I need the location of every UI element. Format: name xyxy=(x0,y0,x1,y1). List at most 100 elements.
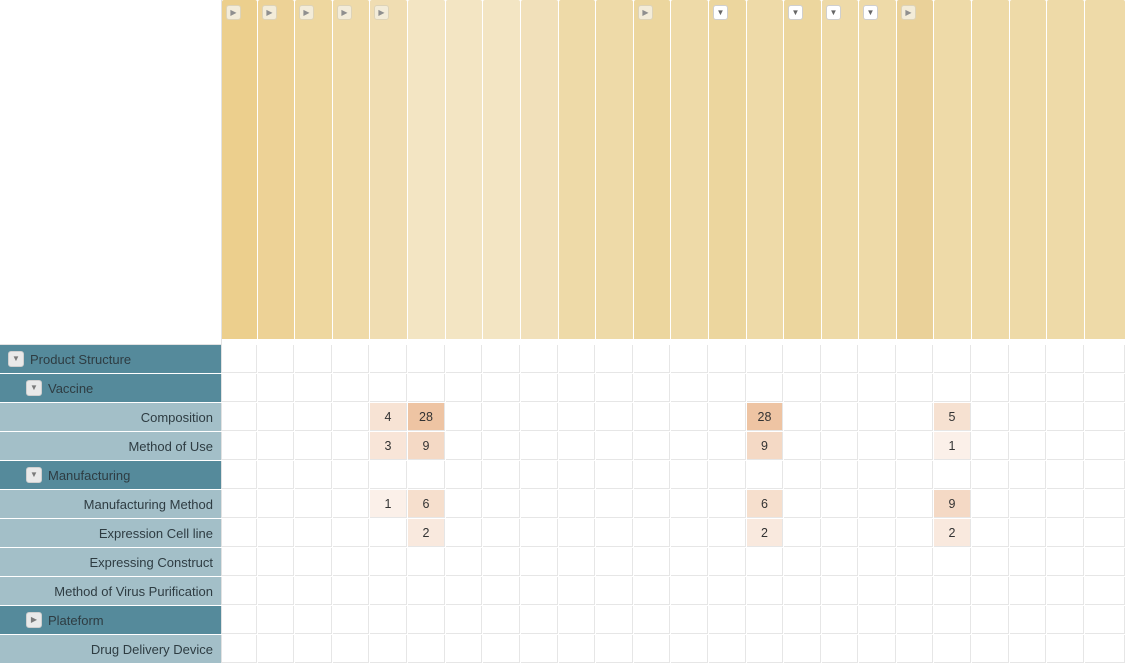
column-header-vaccine-composition-design[interactable]: ▶Vaccine Composition Design xyxy=(258,0,294,339)
row-header-manufacturing-method[interactable]: Manufacturing Method xyxy=(0,490,222,518)
matrix-cell[interactable]: 6 xyxy=(747,490,783,518)
caret-right-icon[interactable]: ▶ xyxy=(374,5,389,20)
column-header-cell-line-based-expression-system[interactable]: Cell Line Based Expression System xyxy=(934,0,971,339)
matrix-cell[interactable]: 4 xyxy=(370,403,407,431)
column-header-recombinant-protein[interactable]: Recombinant Protein xyxy=(596,0,633,339)
matrix-cell xyxy=(1010,577,1046,605)
row-header-label: Vaccine xyxy=(48,380,94,396)
matrix-cell xyxy=(295,461,332,489)
matrix-cell[interactable]: 2 xyxy=(408,519,445,547)
column-header-immune-simulator-design[interactable]: ▼Immune Simulator Design xyxy=(859,0,896,339)
column-header-sequence-design[interactable]: Sequence Design xyxy=(747,0,783,339)
column-header-tech-structure[interactable]: ▶Tech Structure xyxy=(222,0,257,339)
matrix-cell xyxy=(972,432,1009,460)
column-header-virus-like-particle[interactable]: Virus-Like Particle xyxy=(559,0,595,339)
row-header-plateform[interactable]: ▶ Plateform xyxy=(0,606,222,634)
matrix-cell[interactable]: 9 xyxy=(747,432,783,460)
matrix-cell xyxy=(258,519,294,547)
matrix-cell xyxy=(222,577,257,605)
caret-down-icon[interactable]: ▼ xyxy=(26,467,42,483)
matrix-cell[interactable]: 3 xyxy=(370,432,407,460)
caret-right-icon[interactable]: ▶ xyxy=(901,5,916,20)
matrix-cell xyxy=(1047,490,1084,518)
matrix-cell xyxy=(1085,548,1125,576)
caret-right-icon[interactable]: ▶ xyxy=(299,5,314,20)
caret-down-icon[interactable]: ▼ xyxy=(788,5,803,20)
matrix-cell xyxy=(258,345,294,373)
column-header-antigens-arrangement-structure-design[interactable]: Antigens Arrangement/Structure Design xyxy=(671,0,708,339)
matrix-cell xyxy=(222,519,257,547)
matrix-cell xyxy=(859,577,896,605)
matrix-cell xyxy=(222,490,257,518)
matrix-cell xyxy=(408,461,445,489)
column-header-epitope-selecting-strategy[interactable]: ▼Epitope Selecting Strategy xyxy=(709,0,746,339)
row-header-manufacturing[interactable]: ▼ Manufacturing xyxy=(0,461,222,489)
matrix-cell[interactable]: 9 xyxy=(934,490,971,518)
caret-right-icon[interactable]: ▶ xyxy=(226,5,241,20)
row-cells xyxy=(222,374,1126,402)
matrix-cell xyxy=(897,345,933,373)
matrix-cell xyxy=(747,374,783,402)
matrix-cell xyxy=(559,345,595,373)
row-header-vaccine[interactable]: ▼ Vaccine xyxy=(0,374,222,402)
matrix-cell[interactable]: 2 xyxy=(747,519,783,547)
caret-down-icon[interactable]: ▼ xyxy=(8,351,24,367)
matrix-cell xyxy=(747,548,783,576)
column-header-ns1-mutation[interactable]: NS1 Mutation xyxy=(446,0,482,339)
matrix-cell[interactable]: 5 xyxy=(934,403,971,431)
caret-right-icon[interactable]: ▶ xyxy=(638,5,653,20)
matrix-cell xyxy=(822,432,858,460)
row-header-drug-delivery-device[interactable]: Drug Delivery Device xyxy=(0,635,222,663)
caret-right-icon[interactable]: ▶ xyxy=(262,5,277,20)
column-header-virus[interactable]: ▶Virus xyxy=(333,0,369,339)
column-header-valence-design[interactable]: ▼Valence Design xyxy=(784,0,821,339)
matrix-cell xyxy=(559,490,595,518)
matrix-cell[interactable]: 28 xyxy=(408,403,445,431)
matrix-cell xyxy=(446,577,482,605)
caret-down-icon[interactable]: ▼ xyxy=(863,5,878,20)
matrix-cell[interactable]: 6 xyxy=(408,490,445,518)
caret-down-icon[interactable]: ▼ xyxy=(713,5,728,20)
column-header-ha-na-ns-chimeric[interactable]: HA / NA / NS Chimeric xyxy=(483,0,520,339)
column-header-yeast-expression-system[interactable]: Yeast Expression System xyxy=(972,0,1009,339)
matrix-cell xyxy=(1010,432,1046,460)
row-header-label: Method of Use xyxy=(128,438,213,454)
matrix-cell xyxy=(1047,606,1084,634)
matrix-cell xyxy=(709,577,746,605)
matrix-cell xyxy=(897,432,933,460)
caret-down-icon[interactable]: ▼ xyxy=(26,380,42,396)
column-header-m2-mutation[interactable]: M2 Mutation xyxy=(408,0,445,339)
column-header-administration-design[interactable]: Administration Design xyxy=(1047,0,1084,339)
matrix-cell xyxy=(596,577,633,605)
row-header-expressing-construct[interactable]: Expressing Construct xyxy=(0,548,222,576)
column-header-antigen-selection[interactable]: ▶Antigen Selection xyxy=(634,0,670,339)
matrix-cell xyxy=(1010,403,1046,431)
row-header-method-of-use[interactable]: Method of Use xyxy=(0,432,222,460)
row-header-method-of-virus-purification[interactable]: Method of Virus Purification xyxy=(0,577,222,605)
matrix-cell xyxy=(222,606,257,634)
column-header-formulation-design[interactable]: ▼Formulation Design xyxy=(822,0,858,339)
matrix-cell[interactable]: 1 xyxy=(934,432,971,460)
row-header-product-structure[interactable]: ▼ Product Structure xyxy=(0,345,222,373)
matrix-cell xyxy=(295,577,332,605)
column-header-manufacturing-design[interactable]: ▶Manufacturing Design xyxy=(897,0,933,339)
matrix-cell[interactable]: 2 xyxy=(934,519,971,547)
row-header-expression-cell-line[interactable]: Expression Cell line xyxy=(0,519,222,547)
matrix-cell xyxy=(1085,432,1125,460)
matrix-cell xyxy=(521,461,558,489)
column-header-immunogen-form[interactable]: ▶Immunogen Form xyxy=(295,0,332,339)
column-header-inactivated[interactable]: Inactivated xyxy=(521,0,558,339)
caret-down-icon[interactable]: ▼ xyxy=(826,5,841,20)
matrix-cell xyxy=(446,635,482,663)
matrix-cell[interactable]: 9 xyxy=(408,432,445,460)
caret-right-icon[interactable]: ▶ xyxy=(337,5,352,20)
column-header-attenuated[interactable]: ▶Attenuated xyxy=(370,0,407,339)
column-header-epitope-screening-design[interactable]: Epitope Screening Design xyxy=(1085,0,1125,339)
caret-right-icon[interactable]: ▶ xyxy=(26,612,42,628)
column-header-egg-based-production-system[interactable]: Egg-Based Production System xyxy=(1010,0,1046,339)
row-header-composition[interactable]: Composition xyxy=(0,403,222,431)
matrix-cell xyxy=(822,403,858,431)
matrix-cell[interactable]: 1 xyxy=(370,490,407,518)
matrix-cell[interactable]: 28 xyxy=(747,403,783,431)
matrix-cell xyxy=(822,374,858,402)
